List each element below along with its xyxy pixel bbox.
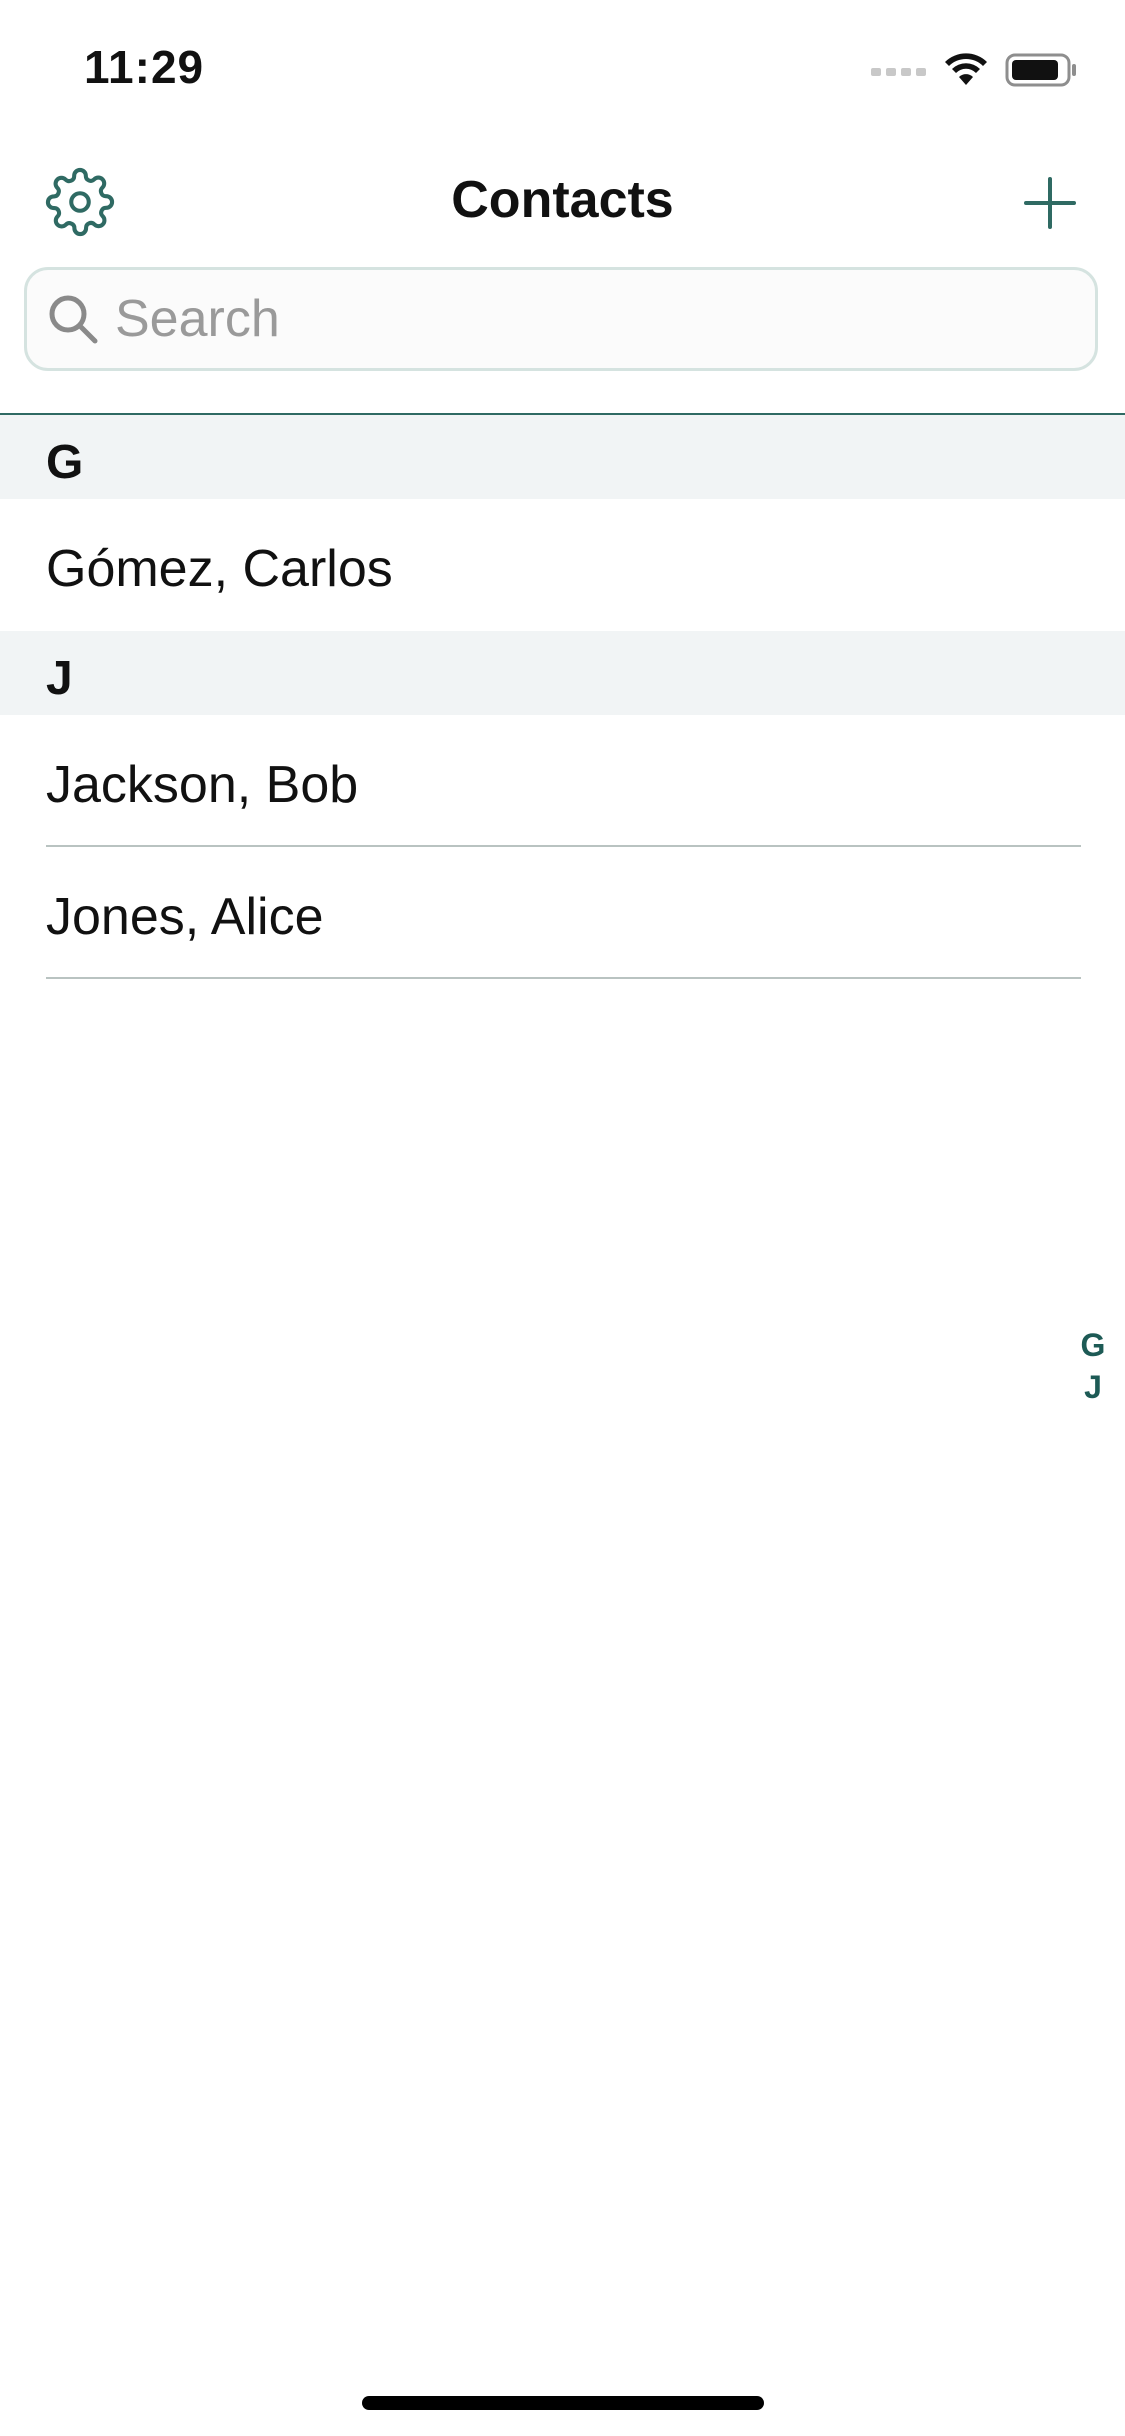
status-time: 11:29: [84, 41, 205, 93]
add-contact-button[interactable]: [1015, 168, 1085, 238]
section-letter: J: [46, 652, 73, 705]
wifi-icon: [945, 53, 987, 85]
index-letter-g[interactable]: G: [1081, 1324, 1106, 1366]
home-indicator[interactable]: [362, 2396, 764, 2410]
contact-list: G Gómez, Carlos J Jackson, Bob Jones, Al…: [0, 415, 1125, 979]
status-icons: [871, 50, 1079, 90]
contact-name: Jones, Alice: [46, 888, 324, 946]
contact-row[interactable]: Gómez, Carlos: [0, 499, 1125, 631]
section-header-j: J: [0, 631, 1125, 715]
section-letter: G: [46, 436, 84, 489]
contact-row[interactable]: Jones, Alice: [0, 847, 1125, 979]
cellular-signal-icon: [871, 68, 926, 76]
plus-icon: [1024, 177, 1076, 229]
search-bar[interactable]: [24, 267, 1098, 371]
status-bar: 11:29: [0, 0, 1125, 140]
battery-icon: [1005, 53, 1076, 87]
contact-name: Gómez, Carlos: [46, 540, 393, 598]
section-index: G J: [1073, 1324, 1113, 1408]
section-header-g: G: [0, 415, 1125, 499]
search-input[interactable]: [115, 274, 1075, 364]
page-title: Contacts: [451, 171, 674, 229]
contact-name: Jackson, Bob: [46, 756, 359, 814]
nav-bar: Contacts: [0, 150, 1125, 250]
contact-row[interactable]: Jackson, Bob: [0, 715, 1125, 847]
search-icon: [49, 295, 98, 344]
index-letter-j[interactable]: J: [1084, 1366, 1102, 1408]
